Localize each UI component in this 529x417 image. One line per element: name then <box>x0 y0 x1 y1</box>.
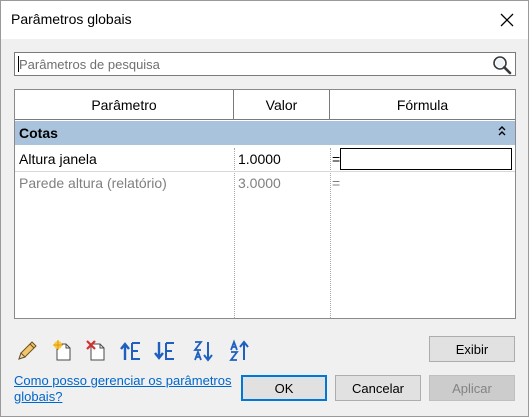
close-button[interactable] <box>490 5 524 35</box>
help-link[interactable]: Como posso gerenciar os parâmetros globa… <box>14 373 244 405</box>
column-header-value[interactable]: Valor <box>234 90 330 120</box>
formula-equals-sign: = <box>332 151 341 167</box>
search-icon[interactable] <box>492 55 512 75</box>
new-parameter-icon[interactable] <box>51 339 75 363</box>
search-field[interactable] <box>14 52 516 76</box>
ok-button[interactable]: OK <box>241 375 327 401</box>
edit-pencil-icon[interactable] <box>15 339 39 363</box>
dialog-title: Parâmetros globais <box>11 11 132 27</box>
text-caret <box>18 56 19 72</box>
title-bar: Parâmetros globais <box>1 1 528 39</box>
parameter-value-cell: 3.0000 <box>238 175 281 191</box>
sort-ascending-icon[interactable] <box>191 339 215 363</box>
column-header-formula[interactable]: Fórmula <box>330 90 515 120</box>
parameter-name-cell[interactable]: Parede altura (relatório) <box>15 172 234 196</box>
group-label: Cotas <box>19 125 58 141</box>
global-parameters-dialog: Parâmetros globais Parâmetro Valor Fórmu… <box>0 0 529 417</box>
formula-input[interactable] <box>340 148 512 170</box>
parameter-value-cell[interactable]: 1.0000 <box>234 148 330 172</box>
formula-equals-sign: = <box>332 175 341 191</box>
cancel-button[interactable]: Cancelar <box>335 375 421 401</box>
apply-button: Aplicar <box>429 375 515 401</box>
search-input[interactable] <box>15 53 485 75</box>
sort-descending-icon[interactable] <box>227 339 251 363</box>
close-icon <box>500 13 514 27</box>
collapse-chevron-icon[interactable] <box>497 125 507 137</box>
group-header-cotas[interactable]: Cotas <box>15 121 515 145</box>
move-up-icon[interactable] <box>119 339 143 363</box>
table-row[interactable]: Altura janela 1.0000 = <box>15 148 515 172</box>
move-down-icon[interactable] <box>153 339 177 363</box>
show-button[interactable]: Exibir <box>429 336 515 362</box>
delete-parameter-icon[interactable] <box>85 339 109 363</box>
column-header-parameter[interactable]: Parâmetro <box>15 90 234 120</box>
parameters-table: Parâmetro Valor Fórmula Cotas Altura jan… <box>14 89 516 319</box>
parameter-name-cell[interactable]: Altura janela <box>15 148 234 172</box>
table-row[interactable]: Parede altura (relatório) 3.0000 = <box>15 172 515 196</box>
